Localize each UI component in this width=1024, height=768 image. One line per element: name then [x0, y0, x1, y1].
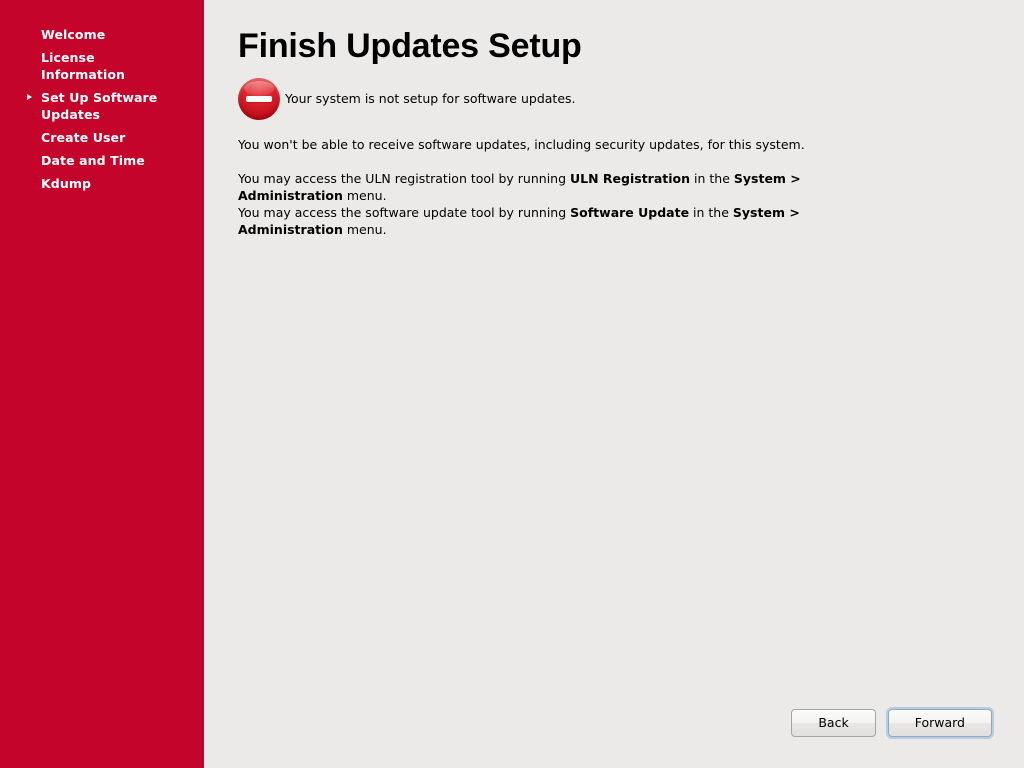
status-message: Your system is not setup for software up…: [285, 91, 576, 106]
sidebar-item-set-up-software-updates[interactable]: Set Up Software Updates: [0, 89, 204, 123]
body-paragraph: You may access the ULN registration tool…: [238, 170, 878, 238]
sidebar-item-create-user[interactable]: Create User: [0, 129, 204, 146]
sidebar-item-label: Kdump: [41, 176, 92, 191]
no-entry-icon: [238, 78, 280, 120]
sidebar-item-label: License Information: [41, 50, 126, 82]
sidebar-item-label: Date and Time: [41, 153, 145, 168]
sidebar-item-date-and-time[interactable]: Date and Time: [0, 152, 204, 169]
sidebar-item-welcome[interactable]: Welcome: [0, 26, 204, 43]
sidebar: Welcome License Information Set Up Softwar…: [0, 0, 204, 768]
sidebar-item-kdump[interactable]: Kdump: [0, 175, 204, 192]
sidebar-item-label: Create User: [41, 130, 126, 145]
sidebar-item-license-information[interactable]: License Information: [0, 49, 204, 83]
body-run: in the: [689, 205, 733, 220]
body-run: menu.: [342, 188, 387, 203]
body-run: in the: [690, 171, 734, 186]
right-arrow-icon: [27, 94, 32, 100]
body-run: menu.: [342, 222, 387, 237]
button-bar: Back Forward: [791, 709, 992, 737]
body-text: You won't be able to receive software up…: [238, 136, 878, 238]
back-button[interactable]: Back: [791, 709, 876, 737]
firstboot-window: Welcome License Information Set Up Softwar…: [0, 0, 1024, 768]
no-entry-bar: [246, 96, 272, 102]
body-emphasis: ULN Registration: [570, 171, 691, 186]
status-row: Your system is not setup for software up…: [238, 78, 994, 120]
body-run: You may access the ULN registration tool…: [238, 171, 570, 186]
body-run: You may access the software update tool …: [238, 205, 571, 220]
forward-button[interactable]: Forward: [887, 709, 992, 737]
body-paragraph: You won't be able to receive software up…: [238, 136, 878, 153]
body-run: You won't be able to receive software up…: [238, 137, 805, 152]
sidebar-item-label: Set Up Software Updates: [41, 90, 158, 122]
page-title: Finish Updates Setup: [238, 27, 582, 65]
sidebar-item-label: Welcome: [41, 27, 106, 42]
main-content: Finish Updates Setup Your system is not …: [204, 0, 1024, 768]
body-emphasis: Software Update: [570, 205, 690, 220]
